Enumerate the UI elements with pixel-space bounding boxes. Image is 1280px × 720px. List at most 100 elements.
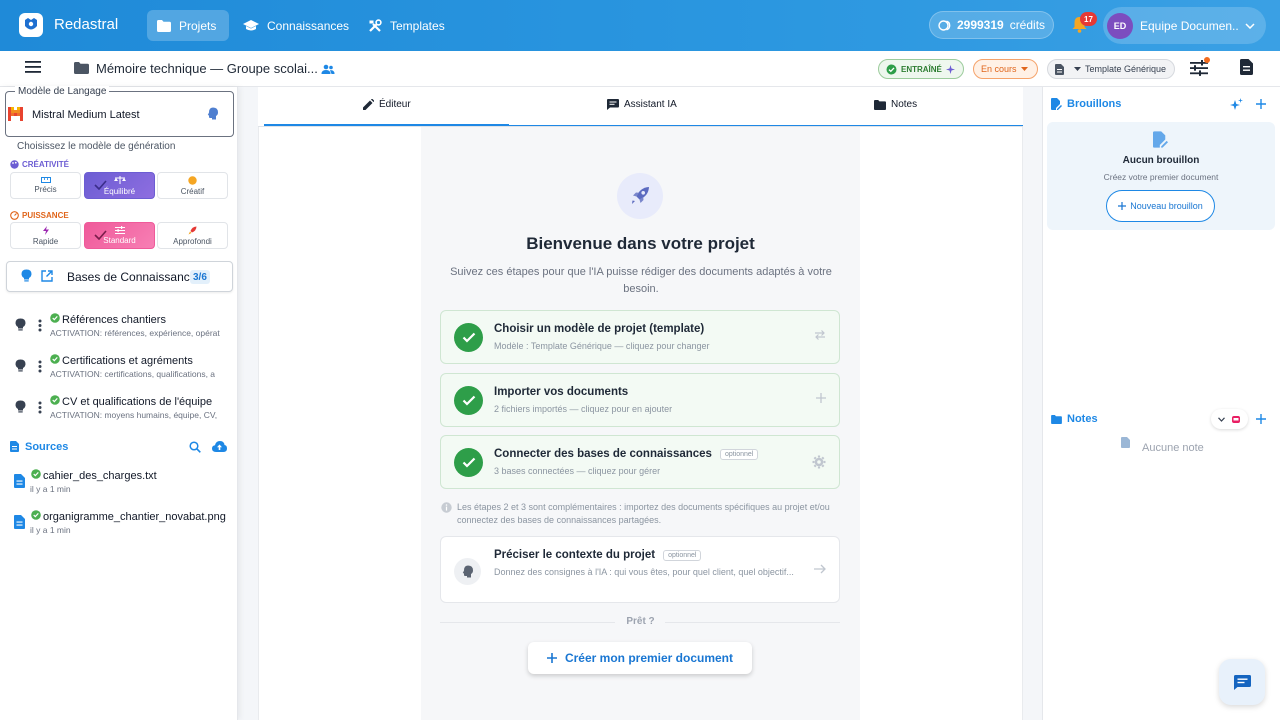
chevron-down-icon [1245, 22, 1255, 29]
status-label: En cours [981, 64, 1017, 74]
creativity-label: CRÉATIVITÉ [10, 160, 69, 169]
kb-item-sub: ACTIVATION: certifications, qualificatio… [50, 369, 216, 379]
template-dropdown[interactable]: Template Générique [1047, 59, 1175, 79]
sparkle-icon[interactable] [1230, 98, 1243, 111]
check-icon [454, 448, 483, 477]
project-title[interactable]: Mémoire technique — Groupe scolai... [96, 61, 318, 76]
bolt-icon [42, 225, 49, 235]
ruler-icon [40, 177, 51, 183]
step-sub: 2 fichiers importés — cliquez pour en aj… [494, 404, 673, 414]
more-vert-icon[interactable] [38, 401, 42, 414]
more-vert-icon[interactable] [38, 360, 42, 373]
check-circle-icon [50, 313, 60, 323]
status-dropdown[interactable]: En cours [973, 59, 1038, 79]
tune-icon [114, 226, 125, 234]
more-vert-icon[interactable] [38, 319, 42, 332]
check-icon [454, 386, 483, 415]
creativity-creatif[interactable]: Créatif [157, 172, 228, 199]
edit-document-icon [1051, 98, 1062, 110]
step-import-documents[interactable]: Importer vos documents 2 fichiers import… [440, 373, 840, 427]
power-approfondi[interactable]: Approfondi [157, 222, 228, 249]
lightbulb-icon [15, 318, 26, 332]
knowledge-bases-label: Bases de Connaissance [67, 270, 197, 284]
folder-icon [74, 62, 89, 74]
check-icon [454, 323, 483, 352]
kb-item-title: Certifications et agréments [62, 355, 193, 367]
create-first-document-button[interactable]: Créer mon premier document [528, 642, 752, 674]
notes-header: Notes [1051, 413, 1098, 425]
rocket-icon [630, 186, 650, 206]
indicator-dot [1204, 57, 1210, 63]
document-icon [1055, 63, 1064, 75]
rocket-badge [617, 173, 663, 219]
top-navigation: Redastral Projets Connaissances Template… [0, 0, 1280, 51]
coins-icon [938, 19, 951, 31]
check-circle-icon [50, 395, 60, 405]
credits-value: 2999319 [956, 18, 1004, 32]
pencil-icon [363, 99, 374, 110]
document-icon[interactable] [1240, 59, 1253, 75]
nav-label: Connaissances [267, 18, 350, 33]
welcome-title: Bienvenue dans votre projet [526, 234, 755, 253]
power-label: PUISSANCE [10, 211, 69, 220]
account-menu[interactable]: ED Equipe Documen... [1103, 7, 1266, 44]
trained-badge[interactable]: ENTRAÎNÉ [878, 59, 964, 79]
notification-count-badge: 17 [1080, 12, 1097, 26]
arrow-right-icon [814, 564, 826, 574]
model-legend: Modèle de Langage [15, 86, 110, 97]
folder-icon [157, 19, 171, 32]
lightbulb-icon [15, 359, 26, 373]
open-external-icon[interactable] [41, 270, 53, 282]
search-icon[interactable] [189, 441, 201, 453]
kb-item-title: Références chantiers [62, 314, 166, 326]
tab-editeur[interactable]: Éditeur [363, 99, 411, 110]
source-name: organigramme_chantier_novabat.png [43, 511, 226, 523]
creativity-precis[interactable]: Précis [10, 172, 81, 199]
app-logo-icon[interactable] [19, 13, 43, 37]
check-icon [94, 180, 107, 190]
step-sub: Modèle : Template Générique — cliquez po… [494, 341, 710, 351]
nav-label: Projets [179, 18, 217, 33]
power-rapide[interactable]: Rapide [10, 222, 81, 249]
plus-icon[interactable] [1256, 99, 1266, 109]
optional-tag: optionnel [719, 448, 759, 460]
model-hint: Choisissez le modèle de génération [17, 141, 176, 152]
check-circle-icon [50, 354, 60, 364]
kb-item-title: CV et qualifications de l'équipe [62, 396, 213, 408]
nav-templates[interactable]: Templates [358, 10, 455, 41]
cloud-upload-icon[interactable] [212, 441, 227, 452]
bot-icon [1231, 414, 1241, 424]
step-title: Préciser le contexte du projet optionnel [494, 549, 702, 561]
check-circle-icon [886, 64, 897, 75]
nav-connaissances[interactable]: Connaissances [233, 10, 359, 41]
app-name: Redastral [54, 16, 119, 33]
group-icon[interactable] [321, 64, 335, 74]
tab-assistant-ia[interactable]: Assistant IA [607, 99, 677, 110]
check-icon [94, 230, 107, 240]
speed-icon [10, 211, 19, 220]
nav-projets[interactable]: Projets [147, 10, 229, 41]
step-knowledge-bases[interactable]: Connecter des bases de connaissances opti… [440, 435, 840, 489]
notes-filter-toggle[interactable] [1211, 409, 1248, 429]
menu-icon[interactable] [25, 61, 41, 73]
new-draft-button[interactable]: Nouveau brouillon [1106, 190, 1215, 222]
tab-notes[interactable]: Notes [874, 99, 917, 110]
credits-label: crédits [1009, 18, 1046, 32]
chat-button[interactable] [1219, 659, 1265, 705]
lightbulb-icon [15, 400, 26, 414]
folder-icon [874, 99, 886, 110]
step-template[interactable]: Choisir un modèle de projet (template) M… [440, 310, 840, 364]
palette-icon [10, 160, 19, 169]
plus-icon [546, 653, 557, 663]
brain-icon [207, 107, 219, 120]
check-circle-icon [31, 510, 41, 520]
plus-icon[interactable] [1256, 414, 1266, 424]
credits-badge[interactable]: 2999319 crédits [929, 11, 1054, 39]
rocket-icon [188, 226, 197, 235]
drafts-empty-subtitle: Créez votre premier document [1103, 172, 1219, 182]
optional-tag: optionnel [663, 549, 702, 561]
info-text: Les étapes 2 et 3 sont complémentaires :… [457, 502, 830, 525]
mistral-logo-icon [8, 107, 23, 121]
source-time: il y a 1 min [30, 484, 71, 494]
step-context[interactable]: Préciser le contexte du projet optionnel … [440, 536, 840, 603]
